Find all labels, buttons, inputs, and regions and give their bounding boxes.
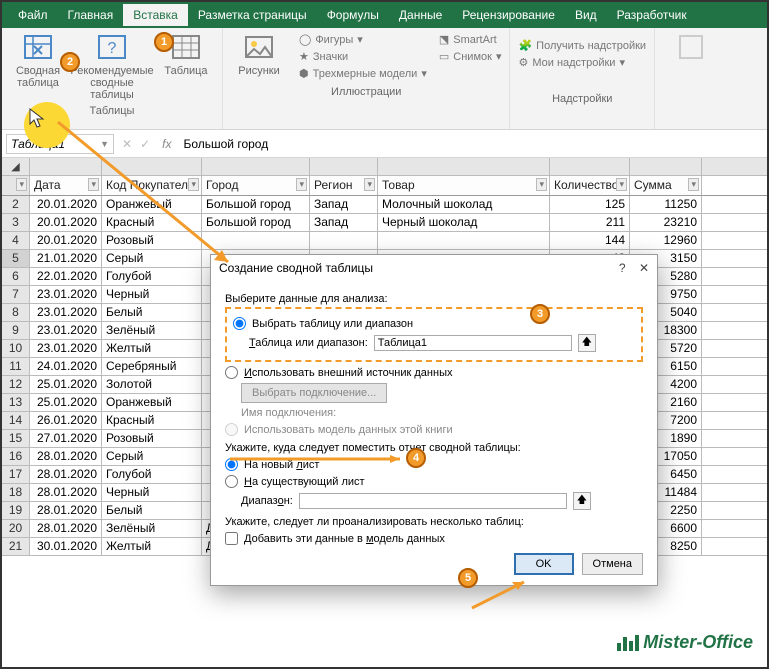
close-icon[interactable]: ✕ <box>639 261 649 275</box>
place-label: Укажите, куда следует поместить отчет св… <box>225 442 643 454</box>
range-input[interactable] <box>374 335 572 351</box>
watermark: Mister-Office <box>617 632 753 653</box>
col-region: Регион <box>310 176 378 195</box>
multi-label: Укажите, следует ли проанализировать нес… <box>225 516 643 528</box>
group-illus-label: Иллюстрации <box>231 86 501 98</box>
pivot-table-button[interactable]: Сводная таблица <box>10 31 66 101</box>
smartart-button[interactable]: ⬔SmartArt <box>439 31 497 48</box>
connection-name-label: Имя подключения: <box>241 407 643 419</box>
col-qty: Количество <box>550 176 630 195</box>
screenshot-button[interactable]: ▭Снимок ▾ <box>439 48 502 65</box>
radio-existing-sheet-label: На существующий лист <box>244 476 365 488</box>
table-row[interactable]: 220.01.2020ОранжевыйБольшой городЗападМо… <box>2 196 767 214</box>
pictures-button[interactable]: Рисунки <box>231 31 287 82</box>
radio-new-sheet-label: На новый лист <box>244 459 319 471</box>
icons-icon: ★ <box>299 50 309 63</box>
tab-формулы[interactable]: Формулы <box>317 4 389 26</box>
ribbon-body: Сводная таблица ? Рекомендуемые сводные … <box>2 28 767 130</box>
choose-data-label: Выберите данные для анализа: <box>225 293 643 305</box>
col-date: Дата <box>30 176 102 195</box>
tab-разработчик[interactable]: Разработчик <box>607 4 697 26</box>
callout-4: 4 <box>406 448 426 468</box>
screenshot-icon: ▭ <box>439 50 449 63</box>
callout-1: 1 <box>154 32 174 52</box>
formula-input[interactable]: Большой город <box>179 135 767 153</box>
store-icon: 🧩 <box>518 39 532 52</box>
recommended-pivot-icon: ? <box>96 31 128 63</box>
ribbon-tabs: ФайлГлавнаяВставкаРазметка страницыФорму… <box>2 2 767 28</box>
table-header-row[interactable]: Дата Код Покупателя Город Регион Товар К… <box>2 176 767 196</box>
table-row[interactable]: 420.01.2020Розовый14412960 <box>2 232 767 250</box>
col-city: Город <box>202 176 310 195</box>
checkbox-add-model[interactable] <box>225 532 238 545</box>
enter-icon[interactable]: ✓ <box>140 137 150 151</box>
recommended-pivot-button[interactable]: ? Рекомендуемые сводные таблицы <box>74 31 150 101</box>
radio-select-range[interactable] <box>233 317 246 330</box>
pivot-table-icon <box>22 31 54 63</box>
cancel-icon[interactable]: ✕ <box>122 137 132 151</box>
icons-button[interactable]: ★Значки <box>299 48 348 65</box>
shapes-button[interactable]: ◯Фигуры ▾ <box>299 31 363 48</box>
radio-new-sheet[interactable] <box>225 458 238 471</box>
tab-вставка[interactable]: Вставка <box>123 4 188 26</box>
group-rec <box>655 28 727 129</box>
column-headers[interactable]: ◢ <box>2 158 767 176</box>
range-picker-button[interactable]: 🡅 <box>578 334 596 352</box>
col-sum: Сумма <box>630 176 702 195</box>
yellow-highlight <box>24 102 70 148</box>
tab-главная[interactable]: Главная <box>58 4 124 26</box>
rec-data-button[interactable] <box>663 31 719 65</box>
location-picker-button[interactable]: 🡅 <box>573 492 591 510</box>
tab-данные[interactable]: Данные <box>389 4 452 26</box>
help-icon[interactable]: ? <box>619 261 626 275</box>
callout-5: 5 <box>458 568 478 588</box>
radio-external-label: Использовать внешний источник данных <box>244 367 452 379</box>
my-addins-button[interactable]: ⚙Мои надстройки ▾ <box>518 54 625 71</box>
fx-icon[interactable]: fx <box>162 137 171 151</box>
shapes-icon: ◯ <box>299 33 311 46</box>
tab-разметка страницы[interactable]: Разметка страницы <box>188 4 317 26</box>
range-label: Таблица или диапазон: <box>249 337 368 349</box>
tab-файл[interactable]: Файл <box>8 4 58 26</box>
chevron-down-icon[interactable]: ▼ <box>100 139 109 149</box>
cancel-button[interactable]: Отмена <box>582 553 643 575</box>
formula-bar: Таблица1▼ ✕ ✓ fx Большой город <box>2 130 767 158</box>
checkbox-add-model-label: Добавить эти данные в модель данных <box>244 533 445 545</box>
radio-datamodel <box>225 423 238 436</box>
tab-вид[interactable]: Вид <box>565 4 607 26</box>
smartart-icon: ⬔ <box>439 33 449 46</box>
col-customer: Код Покупателя <box>102 176 202 195</box>
callout-2: 2 <box>60 52 80 72</box>
location-input[interactable] <box>299 493 567 509</box>
callout-3: 3 <box>530 304 550 324</box>
table-row[interactable]: 320.01.2020КрасныйБольшой городЗападЧерн… <box>2 214 767 232</box>
radio-select-range-label: Выбрать таблицу или диапазон <box>252 318 413 330</box>
pictures-icon <box>243 31 275 63</box>
diap-label: Диапазон: <box>241 495 293 507</box>
tab-рецензирование[interactable]: Рецензирование <box>452 4 565 26</box>
group-addins: 🧩Получить надстройки ⚙Мои надстройки ▾ Н… <box>510 28 655 129</box>
radio-existing-sheet[interactable] <box>225 475 238 488</box>
create-pivot-dialog: Создание сводной таблицы ? ✕ Выберите да… <box>210 254 658 586</box>
col-product: Товар <box>378 176 550 195</box>
range-group-highlight: Выбрать таблицу или диапазон Таблица или… <box>225 307 643 362</box>
radio-datamodel-label: Использовать модель данных этой книги <box>244 424 453 436</box>
3d-icon: ⬢ <box>299 67 309 80</box>
svg-text:?: ? <box>108 40 117 57</box>
choose-connection-button: Выбрать подключение... <box>241 383 387 403</box>
group-illustrations: Рисунки ◯Фигуры ▾ ★Значки ⬢Трехмерные мо… <box>223 28 510 129</box>
group-addins-label: Надстройки <box>518 93 646 105</box>
ok-button[interactable]: OK <box>514 553 574 575</box>
radio-external[interactable] <box>225 366 238 379</box>
dialog-title: Создание сводной таблицы <box>219 261 373 275</box>
get-addins-button[interactable]: 🧩Получить надстройки <box>518 37 646 54</box>
3d-models-button[interactable]: ⬢Трехмерные модели ▾ <box>299 65 427 82</box>
addins-icon: ⚙ <box>518 56 528 69</box>
rec-icon <box>675 31 707 63</box>
table-icon <box>170 31 202 63</box>
